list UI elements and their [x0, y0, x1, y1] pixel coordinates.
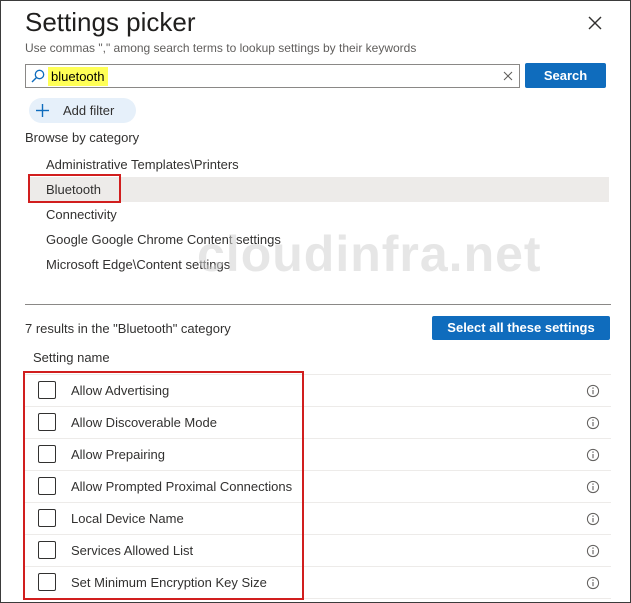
browse-category-heading: Browse by category — [25, 130, 140, 145]
settings-highlight-box — [23, 371, 304, 600]
add-filter-label: Add filter — [63, 103, 115, 118]
info-icon[interactable] — [586, 512, 600, 526]
info-icon[interactable] — [586, 416, 600, 430]
info-icon[interactable] — [586, 576, 600, 590]
close-icon[interactable] — [585, 13, 605, 33]
select-all-button[interactable]: Select all these settings — [432, 316, 610, 340]
search-input[interactable]: bluetooth — [48, 67, 108, 86]
settings-picker-dialog: Settings picker Use commas "," among sea… — [0, 0, 631, 603]
search-icon — [31, 69, 45, 83]
add-filter-button[interactable]: Add filter — [29, 98, 136, 123]
category-item[interactable]: Google Google Chrome Content settings — [29, 227, 609, 252]
info-icon[interactable] — [586, 384, 600, 398]
dialog-subtitle: Use commas "," among search terms to loo… — [25, 41, 417, 55]
plus-icon — [36, 104, 49, 117]
category-item[interactable]: Connectivity — [29, 202, 609, 227]
clear-icon[interactable] — [502, 70, 514, 82]
info-icon[interactable] — [586, 544, 600, 558]
bluetooth-highlight-box — [28, 174, 121, 203]
info-icon[interactable] — [586, 448, 600, 462]
dialog-title: Settings picker — [25, 7, 196, 37]
info-icon[interactable] — [586, 480, 600, 494]
results-summary: 7 results in the "Bluetooth" category — [25, 321, 231, 336]
category-item[interactable]: Microsoft Edge\Content settings — [29, 252, 609, 277]
setting-name-column-header: Setting name — [33, 350, 110, 365]
search-field[interactable]: bluetooth — [25, 64, 520, 88]
section-divider — [25, 304, 611, 305]
search-button[interactable]: Search — [525, 63, 606, 88]
category-list: Administrative Templates\Printers Blueto… — [29, 152, 609, 277]
